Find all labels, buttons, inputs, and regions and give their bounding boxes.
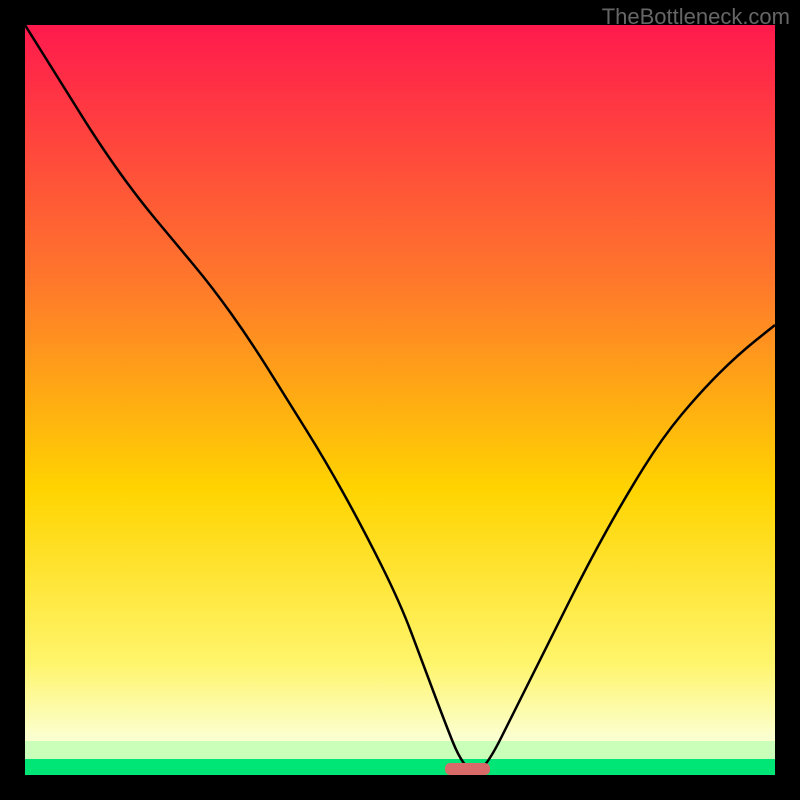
optimal-marker <box>445 763 490 775</box>
chart-svg <box>25 25 775 775</box>
gradient-background <box>25 25 775 775</box>
green-bottom-band <box>25 759 775 775</box>
attribution-text: TheBottleneck.com <box>602 4 790 30</box>
pale-green-transition-band <box>25 741 775 759</box>
bottleneck-chart <box>25 25 775 775</box>
